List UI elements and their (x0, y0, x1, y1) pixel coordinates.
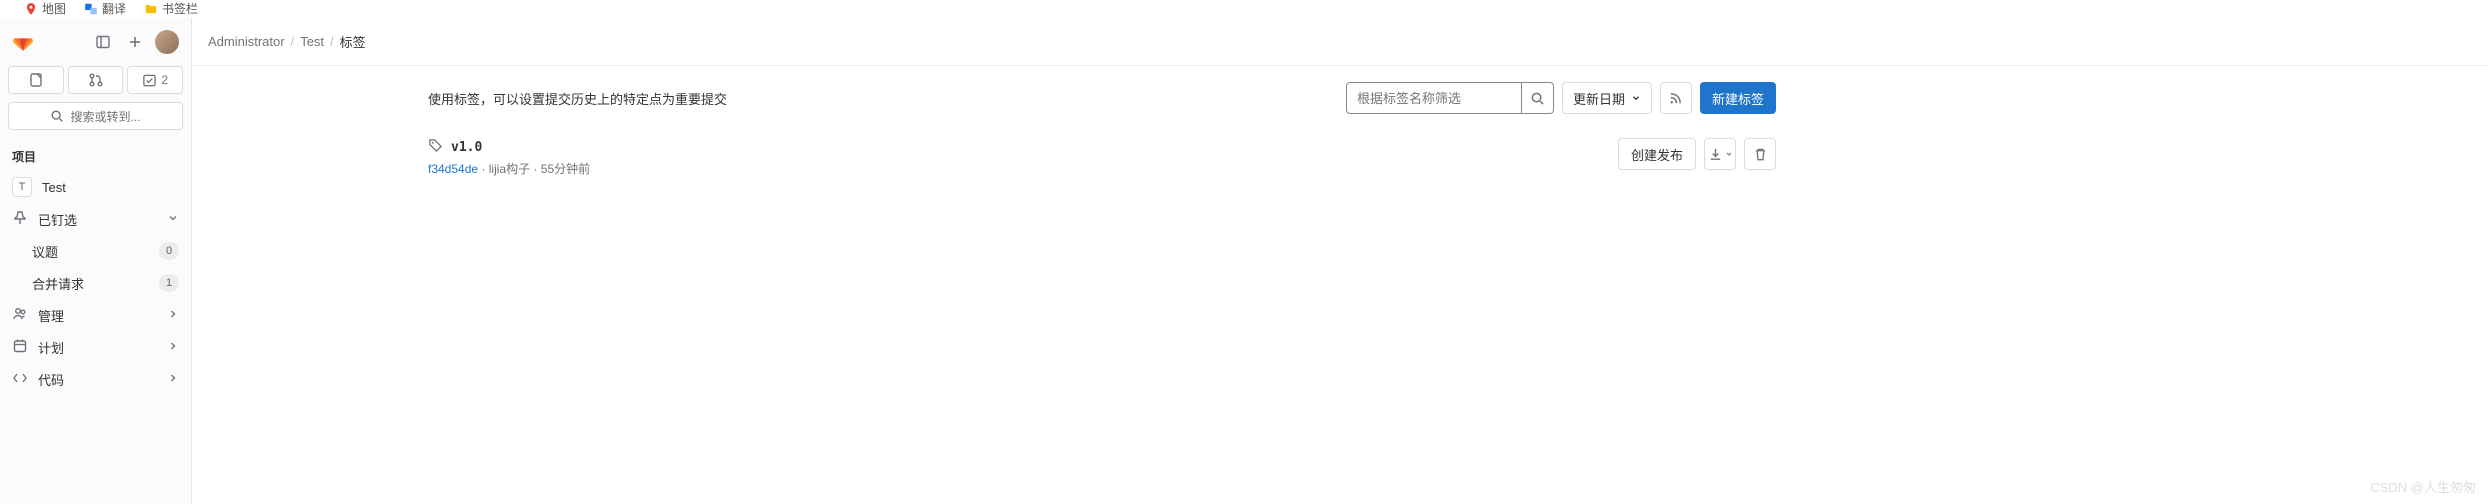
search-icon (50, 109, 64, 123)
breadcrumb-separator: / (330, 34, 334, 49)
tag-row: v1.0 f34d54de · lijia构子 · 55分钟前 创建发布 (428, 130, 1776, 185)
breadcrumb-current: 标签 (340, 32, 366, 51)
chevron-down-icon (1631, 93, 1641, 103)
download-button[interactable] (1704, 138, 1736, 170)
sidebar-item-merge-requests[interactable]: 合并请求 1 (0, 267, 191, 299)
breadcrumb: Administrator / Test / 标签 (192, 18, 2488, 66)
bookmark-label: 地图 (42, 0, 66, 17)
gitlab-logo-icon[interactable] (12, 31, 34, 53)
merge-icon (88, 72, 104, 88)
sidebar-item-code[interactable]: 代码 (0, 363, 191, 395)
count-badge: 0 (159, 242, 179, 260)
bookmark-maps[interactable]: 地图 (24, 0, 66, 17)
sidebar-item-plan[interactable]: 计划 (0, 331, 191, 363)
create-new-button[interactable] (123, 30, 147, 54)
issues-shortcut-button[interactable] (8, 66, 64, 94)
sidebar: 2 搜索或转到... 项目 T Test 已钉选 议题 0 合并请求 (0, 18, 192, 504)
create-release-button[interactable]: 创建发布 (1618, 138, 1696, 170)
sidebar-item-label: 议题 (32, 242, 149, 261)
new-tag-button[interactable]: 新建标签 (1700, 82, 1776, 114)
pinned-label: 已钉选 (38, 210, 157, 229)
issue-icon (28, 72, 44, 88)
tag-icon (428, 138, 443, 156)
bookmark-folder[interactable]: 书签栏 (144, 0, 198, 17)
delete-tag-button[interactable] (1744, 138, 1776, 170)
sidebar-project[interactable]: T Test (0, 171, 191, 203)
breadcrumb-link[interactable]: Administrator (208, 34, 285, 49)
commit-link[interactable]: f34d54de (428, 162, 478, 176)
todo-icon (142, 73, 157, 88)
sidebar-pinned[interactable]: 已钉选 (0, 203, 191, 235)
tag-actions: 创建发布 (1618, 138, 1776, 170)
sort-dropdown[interactable]: 更新日期 (1562, 82, 1652, 114)
todos-shortcut-button[interactable]: 2 (127, 66, 183, 94)
folder-icon (144, 2, 158, 16)
count-badge: 1 (159, 274, 179, 292)
project-name: Test (42, 180, 179, 195)
rss-feed-button[interactable] (1660, 82, 1692, 114)
calendar-icon (12, 338, 28, 357)
tags-toolbar: 使用标签，可以设置提交历史上的特定点为重要提交 更新日期 新建标签 (428, 82, 1776, 114)
sidebar-header (0, 18, 191, 66)
bookmark-label: 翻译 (102, 0, 126, 17)
sidebar-item-manage[interactable]: 管理 (0, 299, 191, 331)
chevron-right-icon (167, 340, 179, 355)
sort-label: 更新日期 (1573, 89, 1625, 108)
todo-count: 2 (161, 73, 168, 87)
filter-input[interactable] (1346, 82, 1522, 114)
panel-icon (95, 34, 111, 50)
breadcrumb-link[interactable]: Test (300, 34, 324, 49)
tags-description: 使用标签，可以设置提交历史上的特定点为重要提交 (428, 89, 1338, 108)
plus-icon (127, 34, 143, 50)
sidebar-action-row: 2 (0, 66, 191, 102)
merge-requests-shortcut-button[interactable] (68, 66, 124, 94)
bookmark-translate[interactable]: 翻译 (84, 0, 126, 17)
map-pin-icon (24, 2, 38, 16)
sidebar-search[interactable]: 搜索或转到... (8, 102, 183, 130)
pin-icon (12, 210, 28, 229)
chevron-right-icon (167, 308, 179, 323)
tag-time: 55分钟前 (541, 162, 590, 176)
chevron-down-icon (1725, 150, 1733, 158)
tag-author: lijia构子 (489, 162, 530, 176)
download-icon (1708, 147, 1723, 162)
search-placeholder-text: 搜索或转到... (70, 108, 140, 125)
users-icon (12, 306, 28, 325)
translate-icon (84, 2, 98, 16)
search-icon (1530, 91, 1545, 106)
sidebar-item-label: 合并请求 (32, 274, 149, 293)
sidebar-item-issues[interactable]: 议题 0 (0, 235, 191, 267)
code-icon (12, 370, 28, 389)
trash-icon (1753, 147, 1768, 162)
bookmark-label: 书签栏 (162, 0, 198, 17)
sidebar-item-label: 计划 (38, 338, 157, 357)
collapse-sidebar-button[interactable] (91, 30, 115, 54)
sidebar-item-label: 管理 (38, 306, 157, 325)
tag-name[interactable]: v1.0 (451, 140, 482, 155)
browser-bookmarks-bar: 地图 翻译 书签栏 (0, 0, 2488, 18)
chevron-right-icon (167, 372, 179, 387)
user-avatar[interactable] (155, 30, 179, 54)
main-content: Administrator / Test / 标签 使用标签，可以设置提交历史上… (192, 18, 2488, 504)
filter-search-button[interactable] (1522, 82, 1554, 114)
chevron-down-icon (167, 212, 179, 227)
sidebar-section-label: 项目 (0, 142, 191, 171)
sidebar-item-label: 代码 (38, 370, 157, 389)
project-icon: T (12, 177, 32, 197)
rss-icon (1668, 91, 1683, 106)
breadcrumb-separator: / (291, 34, 295, 49)
tag-meta: f34d54de · lijia构子 · 55分钟前 (428, 160, 1618, 177)
